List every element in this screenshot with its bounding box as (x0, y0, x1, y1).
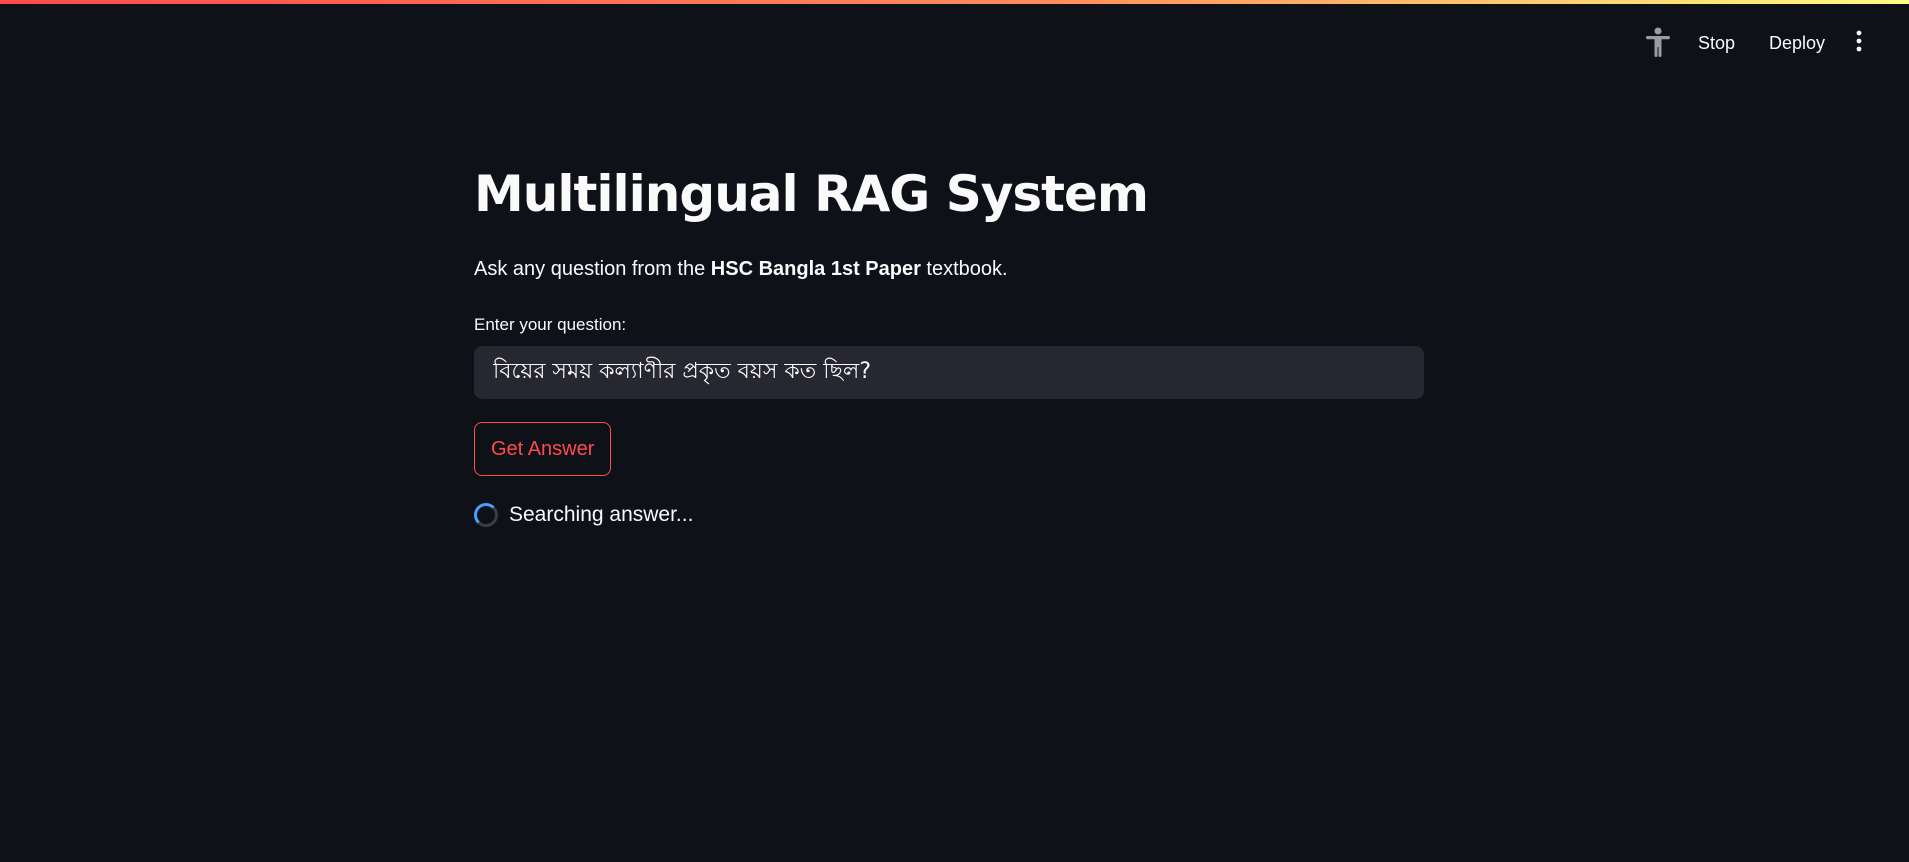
accessibility-person-icon (1644, 26, 1672, 63)
status-text: Searching answer... (509, 503, 694, 526)
main-menu-button[interactable] (1850, 28, 1868, 58)
intro-text-before: Ask any question from the (474, 258, 711, 280)
page-title: Multilingual RAG System (474, 165, 1149, 223)
stop-button[interactable]: Stop (1698, 28, 1735, 58)
deploy-button-label: Deploy (1769, 32, 1826, 53)
accessibility-button[interactable] (1640, 26, 1676, 62)
loading-spinner-icon (474, 503, 498, 527)
vertical-ellipsis-icon (1856, 30, 1862, 57)
intro-text-after: textbook. (920, 258, 1008, 280)
question-input[interactable] (474, 346, 1424, 399)
get-answer-button[interactable]: Get Answer (474, 422, 612, 476)
stop-button-label: Stop (1698, 32, 1736, 53)
top-decoration-bar (0, 0, 1909, 4)
intro-text-bold: HSC Bangla 1st Paper (710, 258, 921, 280)
intro-text: Ask any question from the HSC Bangla 1st… (474, 254, 1008, 284)
loading-status: Searching answer... (474, 498, 693, 532)
deploy-button[interactable]: Deploy (1769, 28, 1825, 58)
question-field-label: Enter your question: (474, 315, 627, 334)
